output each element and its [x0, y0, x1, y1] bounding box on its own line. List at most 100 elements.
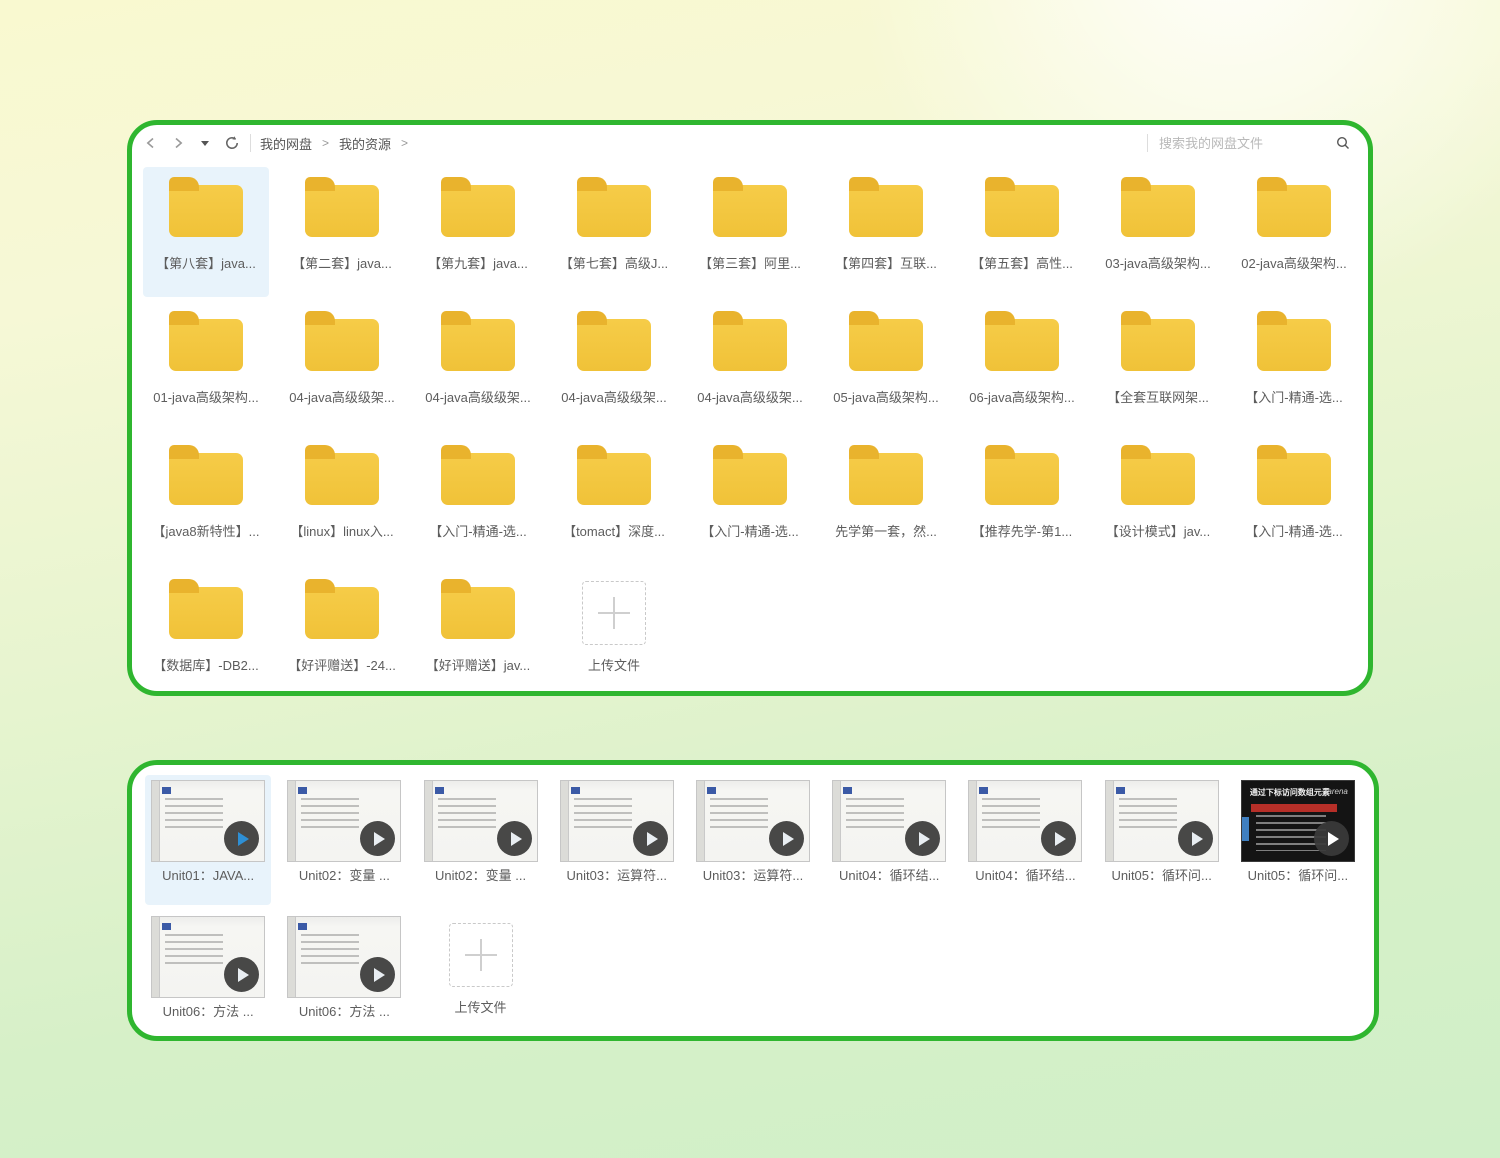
breadcrumb-item-my-drive[interactable]: 我的网盘: [260, 134, 312, 153]
thumbnail-title: 通过下标访问数组元素: [1249, 788, 1330, 797]
folder-item[interactable]: 【好评赠送】jav...: [415, 569, 541, 691]
video-item[interactable]: Unit04：循环结...: [826, 775, 952, 905]
folder-item[interactable]: 【推荐先学-第1...: [959, 435, 1085, 565]
folder-item[interactable]: 【全套互联网架...: [1095, 301, 1221, 431]
play-button-icon[interactable]: [632, 821, 668, 856]
folder-item[interactable]: 【入门-精通-选...: [1231, 435, 1357, 565]
thumbnail-window-chip: [434, 787, 444, 794]
folder-icon-zone: [169, 569, 243, 657]
folder-item[interactable]: 【设计模式】jav...: [1095, 435, 1221, 565]
play-button-icon[interactable]: [1177, 821, 1213, 856]
folder-icon: [849, 177, 923, 237]
video-item[interactable]: Unit01：JAVA...: [145, 775, 272, 905]
folder-item[interactable]: 【第五套】高性...: [959, 167, 1085, 297]
folder-name: 04-java高级级架...: [425, 390, 531, 405]
play-button-icon[interactable]: [1313, 821, 1349, 856]
folder-item[interactable]: 【好评赠送】-24...: [279, 569, 405, 691]
folder-item[interactable]: 【第八套】java...: [143, 167, 269, 297]
folder-icon: [1257, 177, 1331, 237]
thumbnail-side-tag: [1241, 817, 1249, 841]
folder-item[interactable]: 【入门-精通-选...: [1231, 301, 1357, 431]
video-thumbnail-zone: [832, 775, 947, 867]
folder-item[interactable]: 04-java高级级架...: [415, 301, 541, 431]
folder-name: 【第七套】高级J...: [559, 256, 669, 271]
play-button-icon[interactable]: [496, 821, 532, 856]
play-button-icon[interactable]: [1041, 821, 1077, 856]
video-item[interactable]: 通过下标访问数组元素 Tarena Unit05：循环问...: [1235, 775, 1361, 905]
folder-item[interactable]: 【第二套】java...: [279, 167, 405, 297]
play-button-icon[interactable]: [905, 821, 941, 856]
folder-item[interactable]: 04-java高级级架...: [279, 301, 405, 431]
folder-item[interactable]: 06-java高级架构...: [959, 301, 1085, 431]
search-box: [1157, 134, 1352, 152]
folder-name: 【tomact】深度...: [563, 524, 665, 539]
video-thumbnail: [151, 780, 266, 862]
folder-item[interactable]: 【入门-精通-选...: [687, 435, 813, 565]
folder-item[interactable]: 05-java高级架构...: [823, 301, 949, 431]
video-thumbnail: [287, 780, 402, 862]
history-dropdown-icon[interactable]: [196, 134, 214, 152]
folder-grid: 【第八套】java... 【第二套】java... 【第九套】java... 【…: [132, 161, 1368, 691]
folder-icon-zone: [441, 167, 515, 255]
back-icon[interactable]: [142, 134, 160, 152]
video-item[interactable]: Unit03：运算符...: [690, 775, 816, 905]
folder-item[interactable]: 02-java高级架构...: [1231, 167, 1357, 297]
folder-icon: [1121, 177, 1195, 237]
folder-item[interactable]: 04-java高级级架...: [551, 301, 677, 431]
folder-item[interactable]: 【数据库】-DB2...: [143, 569, 269, 691]
play-button-icon[interactable]: [768, 821, 804, 856]
folder-item[interactable]: 【tomact】深度...: [551, 435, 677, 565]
folder-name: 03-java高级架构...: [1105, 256, 1211, 271]
folder-item[interactable]: 【入门-精通-选...: [415, 435, 541, 565]
play-button-icon[interactable]: [224, 821, 260, 856]
thumbnail-text-lines: [1118, 798, 1177, 832]
video-item[interactable]: Unit06：方法 ...: [145, 911, 271, 1036]
folder-item[interactable]: 01-java高级架构...: [143, 301, 269, 431]
folder-item[interactable]: 04-java高级级架...: [687, 301, 813, 431]
video-item[interactable]: Unit05：循环问...: [1099, 775, 1225, 905]
video-title: Unit06：方法 ...: [298, 1004, 390, 1019]
folder-name: 【推荐先学-第1...: [971, 524, 1073, 539]
upload-tile[interactable]: 上传文件: [418, 911, 544, 1036]
folder-icon-zone: [1121, 301, 1195, 389]
folder-item[interactable]: 【第四套】互联...: [823, 167, 949, 297]
plus-icon: [598, 597, 630, 629]
video-item[interactable]: Unit02：变量 ...: [418, 775, 544, 905]
video-thumbnail-zone: 通过下标访问数组元素 Tarena: [1240, 775, 1355, 867]
folder-icon-zone: [305, 435, 379, 523]
refresh-icon[interactable]: [223, 134, 241, 152]
video-item[interactable]: Unit04：循环结...: [962, 775, 1088, 905]
video-item[interactable]: Unit03：运算符...: [554, 775, 680, 905]
breadcrumb-item-my-resources[interactable]: 我的资源: [339, 134, 391, 153]
folder-name: 先学第一套，然...: [835, 524, 937, 539]
folder-icon: [985, 311, 1059, 371]
video-item[interactable]: Unit06：方法 ...: [281, 911, 407, 1036]
folder-item[interactable]: 【第九套】java...: [415, 167, 541, 297]
play-button-icon[interactable]: [360, 957, 396, 992]
video-thumbnail: [559, 780, 674, 862]
thumbnail-editor-gutter: [696, 781, 705, 861]
play-button-icon[interactable]: [224, 957, 260, 992]
play-button-icon[interactable]: [360, 821, 396, 856]
folder-name: 【第四套】互联...: [835, 256, 937, 271]
folder-item[interactable]: 【linux】linux入...: [279, 435, 405, 565]
thumbnail-watermark: Tarena: [1323, 787, 1348, 796]
folder-icon: [713, 311, 787, 371]
folder-name: 01-java高级架构...: [153, 390, 259, 405]
upload-tile[interactable]: 上传文件: [551, 569, 677, 691]
folder-icon-zone: [1257, 167, 1331, 255]
video-item[interactable]: Unit02：变量 ...: [281, 775, 407, 905]
folder-icon-zone: [1257, 301, 1331, 389]
folder-item[interactable]: 03-java高级架构...: [1095, 167, 1221, 297]
search-input[interactable]: [1157, 134, 1326, 152]
folder-name: 【linux】linux入...: [290, 524, 394, 539]
folder-item[interactable]: 【java8新特性】...: [143, 435, 269, 565]
folder-item[interactable]: 【第三套】阿里...: [687, 167, 813, 297]
folder-item[interactable]: 【第七套】高级J...: [551, 167, 677, 297]
search-icon[interactable]: [1334, 134, 1352, 152]
search-divider: [1147, 134, 1148, 152]
folder-icon: [305, 311, 379, 371]
folder-item[interactable]: 先学第一套，然...: [823, 435, 949, 565]
forward-icon[interactable]: [169, 134, 187, 152]
folder-name: 【数据库】-DB2...: [153, 658, 259, 673]
